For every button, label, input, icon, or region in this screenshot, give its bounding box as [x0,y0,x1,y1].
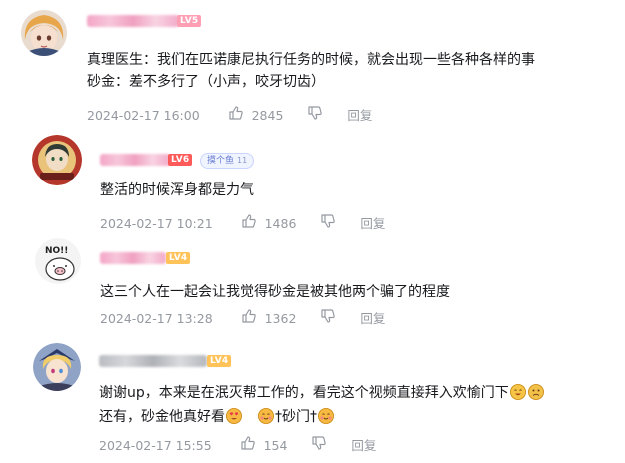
comment-text: 整活的时候浑身都是力气 [100,179,254,201]
comment-line: 砂金：差不多行了（小声，咬牙切齿） [87,74,325,90]
level-badge: LV4 [207,355,232,367]
username-redacted[interactable] [100,252,166,264]
comment-item: LV6 摸个鱼 11 整活的时候浑身都是力气 2024-02-17 10:21 1… [0,130,625,231]
like-count: 154 [263,438,288,453]
sad-emoji-icon [527,384,544,400]
fan-badge-label: 摸个鱼 [207,156,235,166]
comment-date: 2024-02-17 16:00 [87,108,200,123]
comment-meta: 2024-02-17 15:55 154 回复 [99,435,376,455]
comment-item: LV4 谢谢up，本来是在泯灭帮工作的，看完这个视频直接拜入欢愉门下 还有，砂金… [0,335,625,463]
thumbs-up-icon[interactable] [241,308,257,330]
comment-line-tail: †砂门† [275,409,317,425]
thumbs-up-icon[interactable] [228,105,244,127]
level-badge: LV4 [166,252,191,264]
comment-item: LV5 真理医生：我们在匹诺康尼执行任务的时候，就会出现一些各种各样的事 砂金：… [0,0,625,130]
comment-item: NO!! LV4 这三个人在一起会让我觉得砂金是被其他两个骗了的程度 2024-… [0,230,625,335]
like-count: 2845 [251,108,284,123]
comment-meta: 2024-02-17 16:00 2845 回复 [87,105,372,125]
level-badge: LV5 [177,15,202,27]
thumbs-down-icon[interactable] [320,308,336,330]
avatar[interactable] [21,10,67,56]
comment-date: 2024-02-17 15:55 [99,438,212,453]
thumbs-down-icon[interactable] [307,105,323,127]
comment-line: 真理医生：我们在匹诺康尼执行任务的时候，就会出现一些各种各样的事 [87,52,535,68]
reply-button[interactable]: 回复 [351,436,376,456]
fan-badge-level: 11 [237,156,248,165]
comment-text: 谢谢up，本来是在泯灭帮工作的，看完这个视频直接拜入欢愉门下 还有，砂金他真好看… [99,382,545,428]
love-face-emoji-icon [318,408,334,424]
reply-button[interactable]: 回复 [347,106,372,126]
smile-emoji-icon [509,384,526,400]
love-face-emoji-icon [258,408,274,424]
heart-eyes-emoji-icon [226,408,242,424]
like-count: 1362 [264,311,297,326]
level-badge: LV6 [168,154,193,166]
avatar[interactable]: NO!! [35,238,81,284]
comment-line: 整活的时候浑身都是力气 [100,182,254,198]
comment-line: 谢谢up，本来是在泯灭帮工作的，看完这个视频直接拜入欢愉门下 [99,385,509,401]
avatar-text: NO!! [45,246,68,256]
reply-button[interactable]: 回复 [360,309,385,329]
comment-meta: 2024-02-17 13:28 1362 回复 [100,308,385,328]
comment-date: 2024-02-17 13:28 [100,311,213,326]
comment-text: 这三个人在一起会让我觉得砂金是被其他两个骗了的程度 [100,281,450,303]
username-redacted[interactable] [87,15,179,27]
comment-line: 这三个人在一起会让我觉得砂金是被其他两个骗了的程度 [100,284,450,300]
thumbs-down-icon[interactable] [311,435,327,457]
username-redacted[interactable] [99,355,207,367]
avatar[interactable] [33,343,81,391]
fan-badge[interactable]: 摸个鱼 11 [200,153,255,169]
thumbs-up-icon[interactable] [240,435,256,457]
comment-text: 真理医生：我们在匹诺康尼执行任务的时候，就会出现一些各种各样的事 砂金：差不多行… [87,49,535,93]
avatar[interactable] [32,135,82,185]
username-redacted[interactable] [100,154,170,166]
comment-line: 还有，砂金他真好看 [99,409,225,425]
